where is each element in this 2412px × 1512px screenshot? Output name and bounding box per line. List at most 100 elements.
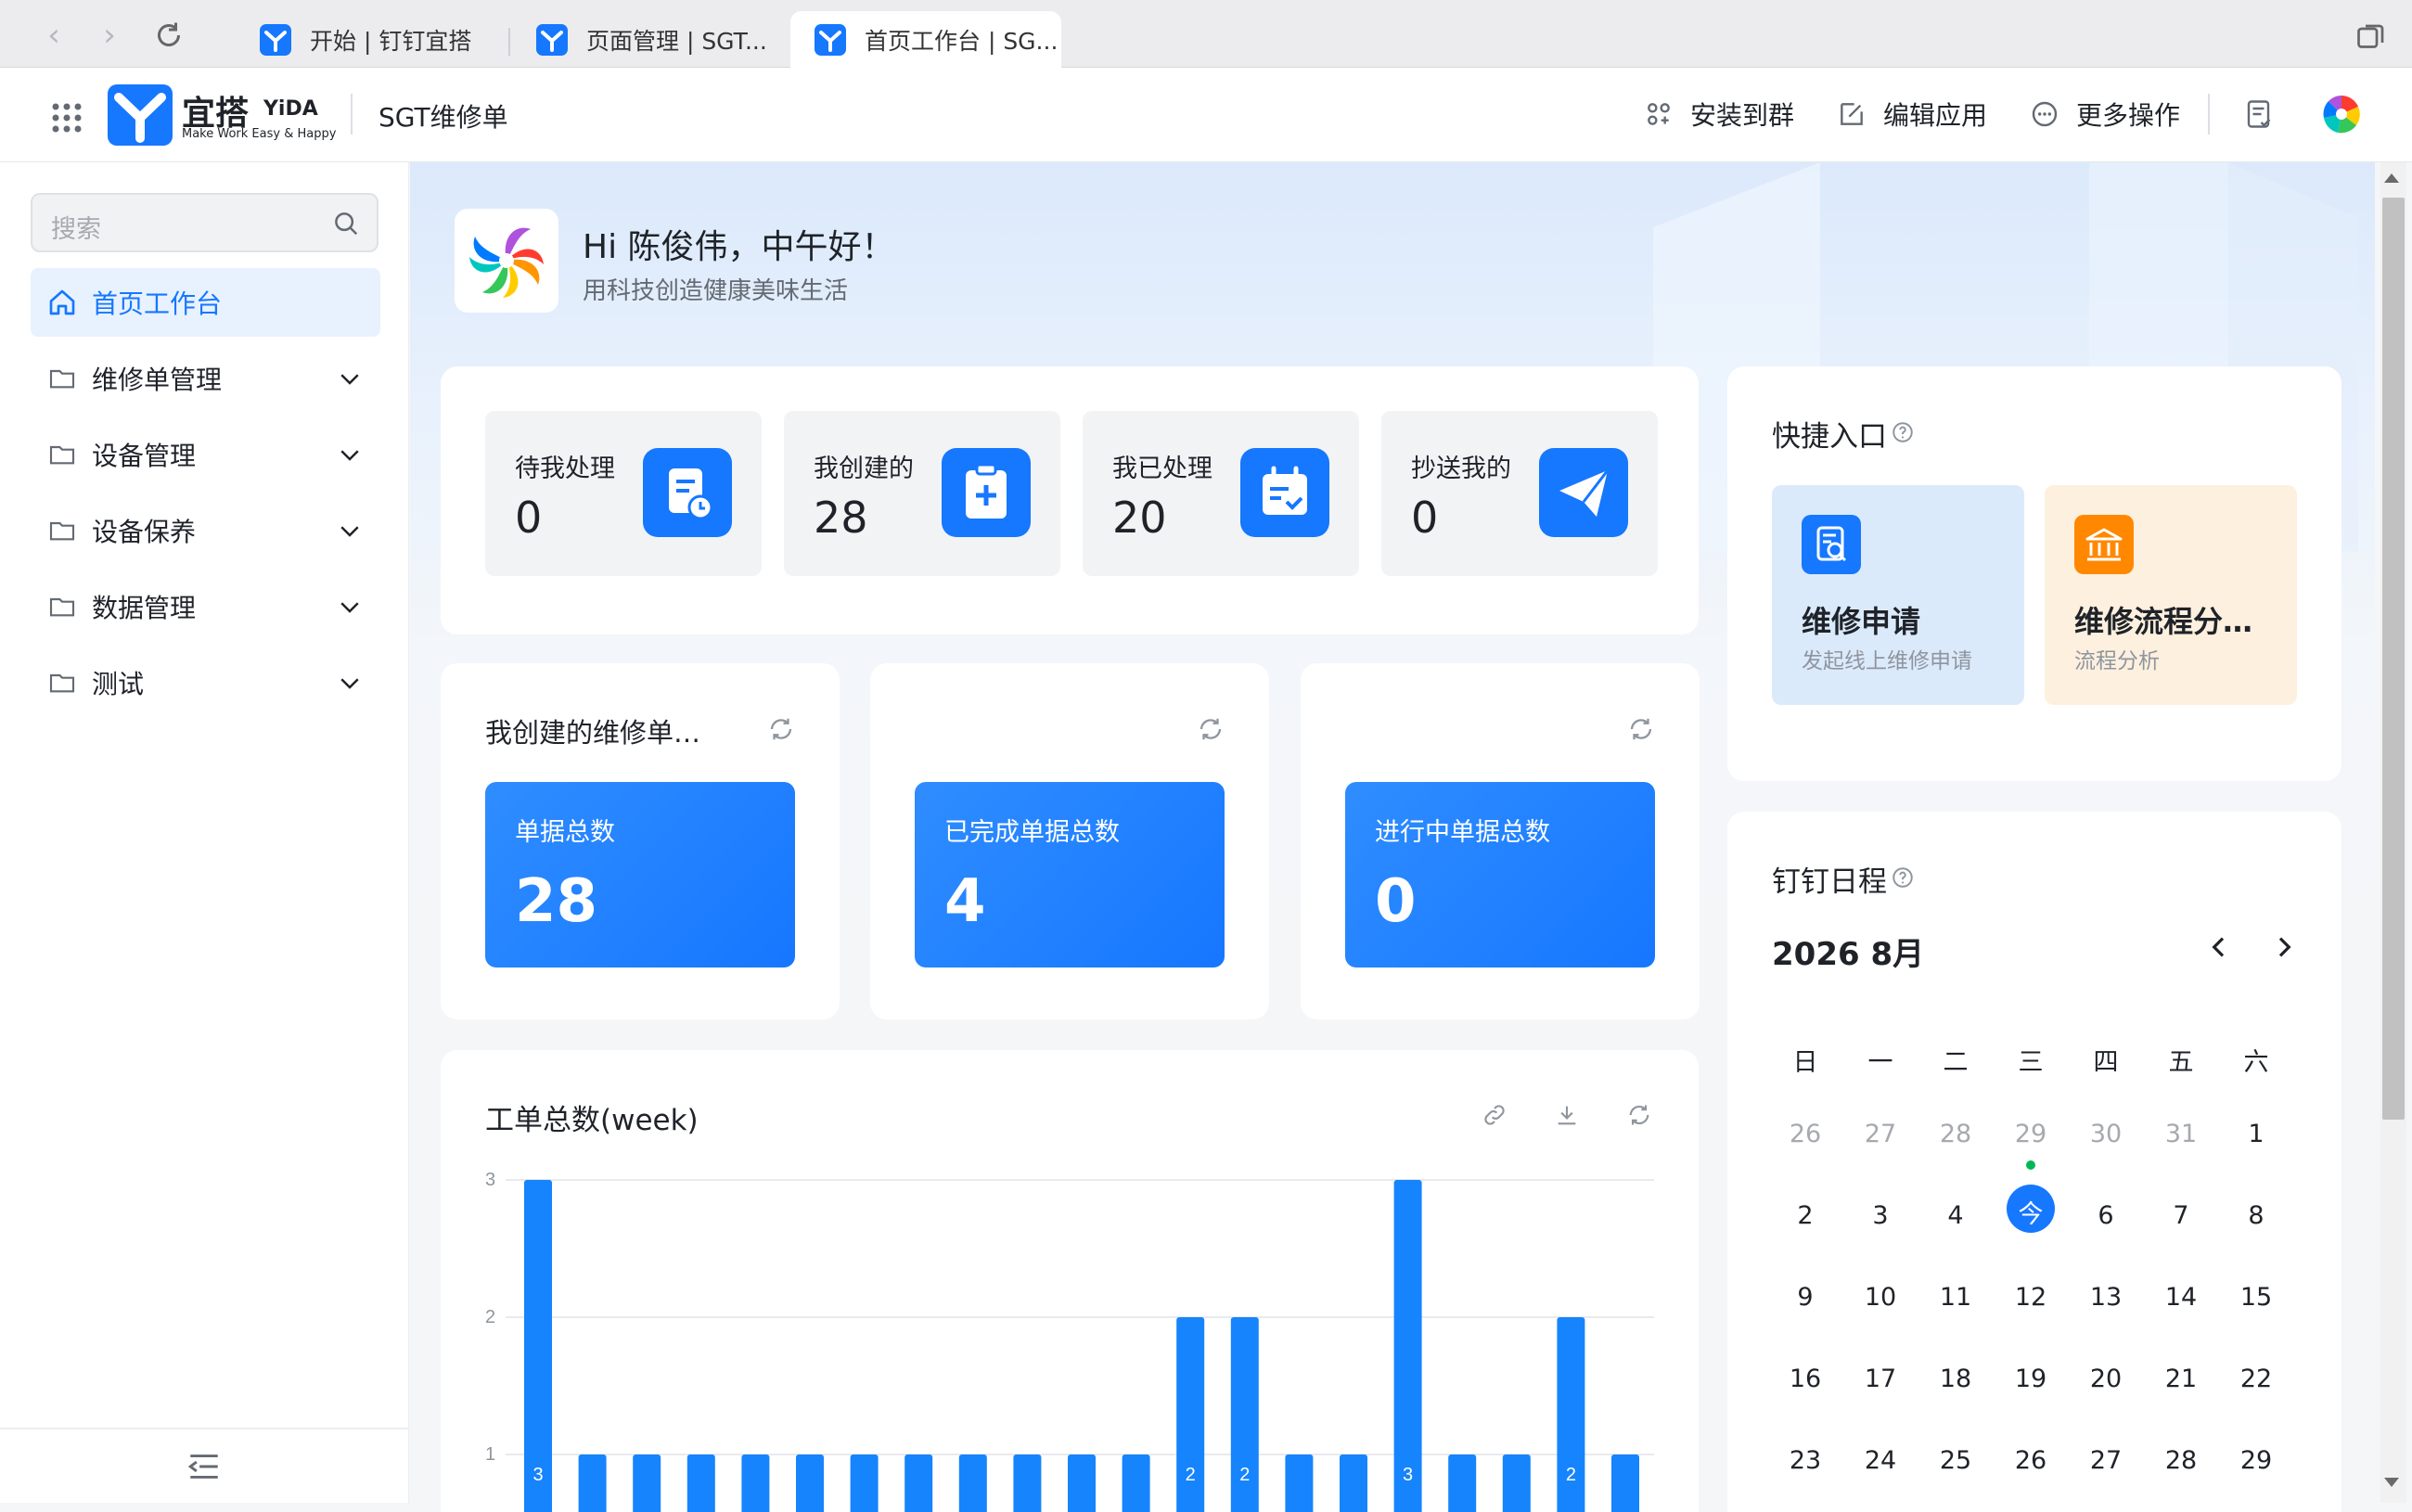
chevron-down-icon[interactable] (336, 441, 364, 468)
app-name[interactable]: SGT维修单 (378, 97, 508, 135)
chart-bar[interactable] (686, 1454, 715, 1512)
scrollbar-thumb[interactable] (2382, 198, 2405, 1120)
prev-month-icon[interactable] (2204, 932, 2234, 962)
calendar-day[interactable]: 9 (1777, 1283, 1833, 1312)
sidebar-item-maintenance[interactable]: 设备保养 (31, 496, 380, 565)
chevron-down-icon[interactable] (336, 365, 364, 392)
calendar-day[interactable]: 28 (2153, 1446, 2209, 1475)
calendar-day[interactable]: 11 (1928, 1283, 1983, 1312)
chart-bar[interactable] (850, 1454, 879, 1512)
chart-bar[interactable] (904, 1454, 933, 1512)
chart-bar[interactable] (1013, 1454, 1042, 1512)
metric-total-box[interactable]: 单据总数 28 (485, 782, 795, 967)
user-avatar[interactable] (2321, 94, 2362, 135)
search-icon[interactable] (332, 210, 360, 237)
calendar-day[interactable]: 28 (1928, 1120, 1983, 1148)
calendar-day[interactable]: 27 (1853, 1120, 1908, 1148)
chart-bar[interactable] (524, 1180, 552, 1512)
calendar-day[interactable]: 4 (1928, 1201, 1983, 1230)
calendar-day[interactable]: 15 (2228, 1283, 2284, 1312)
refresh-icon[interactable] (1627, 715, 1655, 743)
metric-completed-box[interactable]: 已完成单据总数 4 (915, 782, 1225, 967)
calendar-day[interactable]: 23 (1777, 1446, 1833, 1475)
help-icon[interactable] (1891, 420, 1915, 444)
chart-bar[interactable] (1393, 1180, 1422, 1512)
stat-cc[interactable]: 抄送我的 0 (1381, 411, 1658, 576)
stat-pending[interactable]: 待我处理 0 (485, 411, 762, 576)
calendar-day[interactable]: 29 (2228, 1446, 2284, 1475)
chart-bar[interactable] (1068, 1454, 1096, 1512)
calendar-day[interactable]: 14 (2153, 1283, 2209, 1312)
sidebar-item-repair-orders[interactable]: 维修单管理 (31, 344, 380, 413)
refresh-icon[interactable] (767, 715, 795, 743)
forward-icon[interactable]: › (93, 19, 126, 52)
calendar-day[interactable]: 1 (2228, 1120, 2284, 1148)
stat-created[interactable]: 我创建的 28 (784, 411, 1060, 576)
calendar-day[interactable]: 18 (1928, 1365, 1983, 1393)
quick-repair-request[interactable]: 维修申请 发起线上维修申请 (1772, 485, 2024, 705)
quick-process-analysis[interactable]: 维修流程分… 流程分析 (2045, 485, 2297, 705)
calendar-day-today[interactable]: 今 (2003, 1194, 2059, 1230)
calendar-day[interactable]: 27 (2078, 1446, 2134, 1475)
reload-icon[interactable] (152, 19, 186, 52)
chevron-down-icon[interactable] (336, 593, 364, 621)
collapse-sidebar-icon[interactable] (186, 1450, 223, 1483)
calendar-day[interactable]: 6 (2078, 1201, 2134, 1230)
chart-bar[interactable] (958, 1454, 987, 1512)
calendar-day[interactable]: 30 (2078, 1120, 2134, 1148)
help-icon[interactable] (1891, 865, 1915, 890)
chart-bar[interactable] (1448, 1454, 1477, 1512)
scroll-up-icon[interactable] (2384, 173, 2399, 183)
sidebar-item-test[interactable]: 测试 (31, 648, 380, 717)
chart-bar[interactable] (741, 1454, 770, 1512)
chart-bar[interactable] (1340, 1454, 1367, 1512)
tab-home-workbench[interactable]: 首页工作台 | SG... (790, 11, 1061, 68)
calendar-day[interactable]: 8 (2228, 1201, 2284, 1230)
install-to-group-button[interactable]: 安装到群 (1644, 96, 1794, 133)
edit-app-button[interactable]: 编辑应用 (1837, 96, 1987, 133)
chart-bar[interactable] (796, 1454, 824, 1512)
calendar-day[interactable]: 3 (1853, 1201, 1908, 1230)
back-icon[interactable]: ‹ (37, 19, 71, 52)
calendar-day[interactable]: 21 (2153, 1365, 2209, 1393)
tab-page-manage[interactable]: 页面管理 | SGT... (512, 11, 781, 68)
chart-bar[interactable] (1502, 1454, 1531, 1512)
sidebar-item-equipment[interactable]: 设备管理 (31, 420, 380, 489)
calendar-day[interactable]: 29 (2003, 1120, 2059, 1148)
refresh-icon[interactable] (1197, 715, 1225, 743)
chart-bar[interactable] (633, 1454, 661, 1512)
window-restore-icon[interactable] (2354, 20, 2388, 54)
yida-logo-icon[interactable] (108, 84, 173, 146)
calendar-day[interactable]: 19 (2003, 1365, 2059, 1393)
chart-bar[interactable] (1611, 1454, 1639, 1512)
scroll-down-icon[interactable] (2384, 1478, 2399, 1487)
main-scrollbar[interactable] (2380, 162, 2406, 1503)
chart-bar[interactable] (578, 1454, 607, 1512)
calendar-day[interactable]: 22 (2228, 1365, 2284, 1393)
calendar-day[interactable]: 13 (2078, 1283, 2134, 1312)
calendar-day[interactable]: 17 (1853, 1365, 1908, 1393)
chart-bar[interactable] (1122, 1454, 1150, 1512)
tab-start[interactable]: 开始 | 钉钉宜搭 (236, 11, 505, 68)
chevron-down-icon[interactable] (336, 517, 364, 545)
metric-in-progress-box[interactable]: 进行中单据总数 0 (1345, 782, 1655, 967)
calendar-day[interactable]: 16 (1777, 1365, 1833, 1393)
calendar-day[interactable]: 10 (1853, 1283, 1908, 1312)
calendar-day[interactable]: 7 (2153, 1201, 2209, 1230)
sidebar-item-data[interactable]: 数据管理 (31, 572, 380, 641)
search-input[interactable]: 搜索 (31, 193, 378, 252)
calendar-day[interactable]: 20 (2078, 1365, 2134, 1393)
calendar-day[interactable]: 26 (1777, 1120, 1833, 1148)
calendar-day[interactable]: 31 (2153, 1120, 2209, 1148)
chevron-down-icon[interactable] (336, 669, 364, 697)
todo-icon[interactable] (2243, 97, 2277, 131)
calendar-day[interactable]: 12 (2003, 1283, 2059, 1312)
next-month-icon[interactable] (2269, 932, 2299, 962)
chart-bar[interactable] (1285, 1454, 1314, 1512)
sidebar-item-home[interactable]: 首页工作台 (31, 268, 380, 337)
calendar-day[interactable]: 2 (1777, 1201, 1833, 1230)
calendar-day[interactable]: 24 (1853, 1446, 1908, 1475)
app-grid-icon[interactable] (50, 101, 83, 135)
calendar-day[interactable]: 25 (1928, 1446, 1983, 1475)
more-actions-button[interactable]: 更多操作 (2030, 96, 2180, 133)
